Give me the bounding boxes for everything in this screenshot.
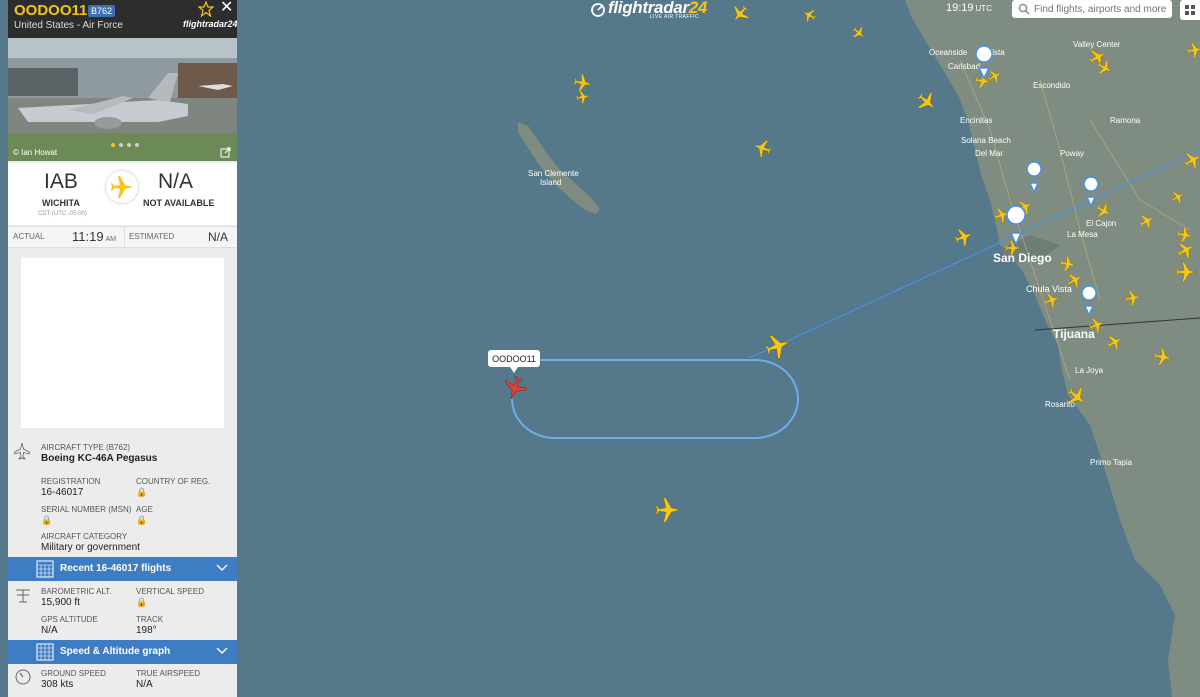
carousel-dot[interactable]	[135, 143, 139, 147]
clock-timezone: UTC	[975, 4, 992, 13]
place-label: Solana Beach	[961, 136, 1011, 145]
photo-carousel-dots[interactable]	[111, 143, 139, 147]
place-label: Del Mar	[975, 149, 1003, 158]
airplane-outline-icon	[14, 442, 30, 460]
route-plane-badge	[106, 171, 138, 203]
destination-code: N/A	[158, 170, 194, 193]
altitude-section: BAROMETRIC ALT. 15,900 ft VERTICAL SPEED…	[8, 582, 237, 640]
speed-section: GROUND SPEED 308 kts TRUE AIRSPEED N/A	[8, 665, 237, 697]
clock-time: 19:19	[946, 2, 974, 14]
actual-label: ACTUAL	[13, 232, 45, 241]
registration-label: REGISTRATION	[41, 477, 101, 486]
search-box[interactable]	[1012, 0, 1172, 18]
place-label: Encinitas	[960, 116, 992, 125]
aircraft-type-label: AIRCRAFT TYPE (B762)	[41, 443, 131, 452]
photo-credit: © Ian Howat	[13, 148, 58, 157]
true-airspeed-value: N/A	[136, 679, 153, 690]
panel-brand-logo: flightradar24	[183, 19, 237, 29]
vert-speed-label: VERTICAL SPEED	[136, 587, 205, 596]
callsign: OODOO11	[14, 2, 88, 19]
place-label: Chula Vista	[1026, 284, 1072, 294]
place-label: Island	[540, 178, 561, 187]
bookmark-star-icon[interactable]	[198, 1, 214, 17]
destination-city: NOT AVAILABLE	[143, 198, 215, 208]
place-label: La Mesa	[1067, 230, 1098, 239]
origin-city: WICHITA	[42, 198, 80, 208]
true-airspeed-label: TRUE AIRSPEED	[136, 669, 201, 678]
chevron-down-icon	[216, 564, 228, 571]
country-label: COUNTRY OF REG.	[136, 477, 211, 486]
flightradar-logo[interactable]: flightradar24 LIVE AIR TRAFFIC	[588, 0, 707, 22]
estimated-time: N/A	[208, 230, 229, 244]
aircraft-type-badge: B762	[88, 5, 116, 17]
track-label: TRACK	[136, 615, 164, 624]
calendar-icon	[36, 560, 54, 578]
serial-label: SERIAL NUMBER (MSN)	[41, 505, 132, 514]
gps-alt-value: N/A	[41, 625, 58, 636]
external-link-icon[interactable]	[220, 147, 231, 158]
place-label: Rosarito	[1045, 400, 1075, 409]
graph-grid-icon	[36, 643, 54, 661]
place-label: Valley Center	[1073, 40, 1121, 49]
age-label: AGE	[136, 505, 153, 514]
registration-value[interactable]: 16-46017	[41, 487, 83, 498]
search-input[interactable]	[1034, 1, 1170, 17]
speed-altitude-graph-bar[interactable]: Speed & Altitude graph	[8, 640, 237, 664]
place-label: El Cajon	[1086, 219, 1116, 228]
carousel-dot[interactable]	[111, 143, 115, 147]
place-label: Primo Tapia	[1090, 458, 1133, 467]
panel-header: OODOO11 B762 United States - Air Force ✕…	[8, 0, 237, 38]
ground-speed-label: GROUND SPEED	[41, 669, 106, 678]
place-label: Ramona	[1110, 116, 1141, 125]
category-value: Military or government	[41, 542, 140, 553]
category-label: AIRCRAFT CATEGORY	[41, 532, 128, 541]
lock-icon[interactable]: 🔒	[41, 515, 52, 526]
graph-label: Speed & Altitude graph	[60, 646, 171, 657]
origin-timezone: CDT (UTC -05:00)	[38, 211, 87, 217]
menu-grid-button[interactable]	[1180, 0, 1200, 20]
recent-flights-bar[interactable]: Recent 16-46017 flights	[8, 557, 237, 581]
place-label: Poway	[1060, 149, 1084, 158]
chevron-down-icon	[216, 647, 228, 654]
track-value: 198°	[136, 625, 157, 636]
logo-tagline: LIVE AIR TRAFFIC	[650, 14, 700, 20]
speedometer-icon	[15, 669, 31, 685]
place-label: Tijuana	[1053, 327, 1095, 341]
aircraft-type-value: Boeing KC-46A Pegasus	[41, 453, 158, 464]
aircraft-info-section: AIRCRAFT TYPE (B762) Boeing KC-46A Pegas…	[8, 436, 237, 556]
origin-code[interactable]: IAB	[44, 170, 78, 194]
baro-alt-value: 15,900 ft	[41, 597, 80, 608]
baro-alt-label: BAROMETRIC ALT.	[41, 587, 112, 596]
close-icon[interactable]: ✕	[220, 0, 233, 16]
place-label: San Clemente	[528, 169, 579, 178]
lock-icon[interactable]: 🔒	[136, 597, 147, 608]
place-label: Escondido	[1033, 81, 1071, 90]
gps-alt-label: GPS ALTITUDE	[41, 615, 98, 624]
ground-speed-value: 308 kts	[41, 679, 74, 690]
svg-text:OODOO11: OODOO11	[492, 354, 536, 364]
lock-icon[interactable]: 🔒	[136, 487, 147, 498]
place-label: La Joya	[1075, 366, 1104, 375]
recent-flights-label: Recent 16-46017 flights	[60, 563, 172, 574]
grid-icon	[1185, 5, 1195, 15]
operator-name: United States - Air Force	[14, 20, 123, 31]
route-summary: IAB WICHITA CDT (UTC -05:00) N/A NOT AVA…	[8, 163, 237, 225]
place-label: Oceanside	[929, 48, 968, 57]
estimated-label: ESTIMATED	[129, 232, 175, 241]
actual-time: 11:19 AM	[72, 229, 117, 244]
flight-details-panel: OODOO11 B762 United States - Air Force ✕…	[8, 0, 237, 697]
flight-times-row: ACTUAL 11:19 AM ESTIMATED N/A	[8, 226, 237, 249]
radar-logo-icon	[591, 3, 605, 17]
carousel-dot[interactable]	[127, 143, 131, 147]
search-icon	[1018, 3, 1030, 15]
airplane-icon	[111, 176, 133, 198]
carousel-dot[interactable]	[119, 143, 123, 147]
altitude-icon	[16, 589, 30, 603]
utc-clock: 19:19 UTC	[946, 2, 992, 14]
ad-placeholder	[21, 258, 224, 428]
place-label: Carlsbad	[948, 62, 980, 71]
lock-icon[interactable]: 🔒	[136, 515, 147, 526]
place-label: San Diego	[993, 251, 1052, 265]
